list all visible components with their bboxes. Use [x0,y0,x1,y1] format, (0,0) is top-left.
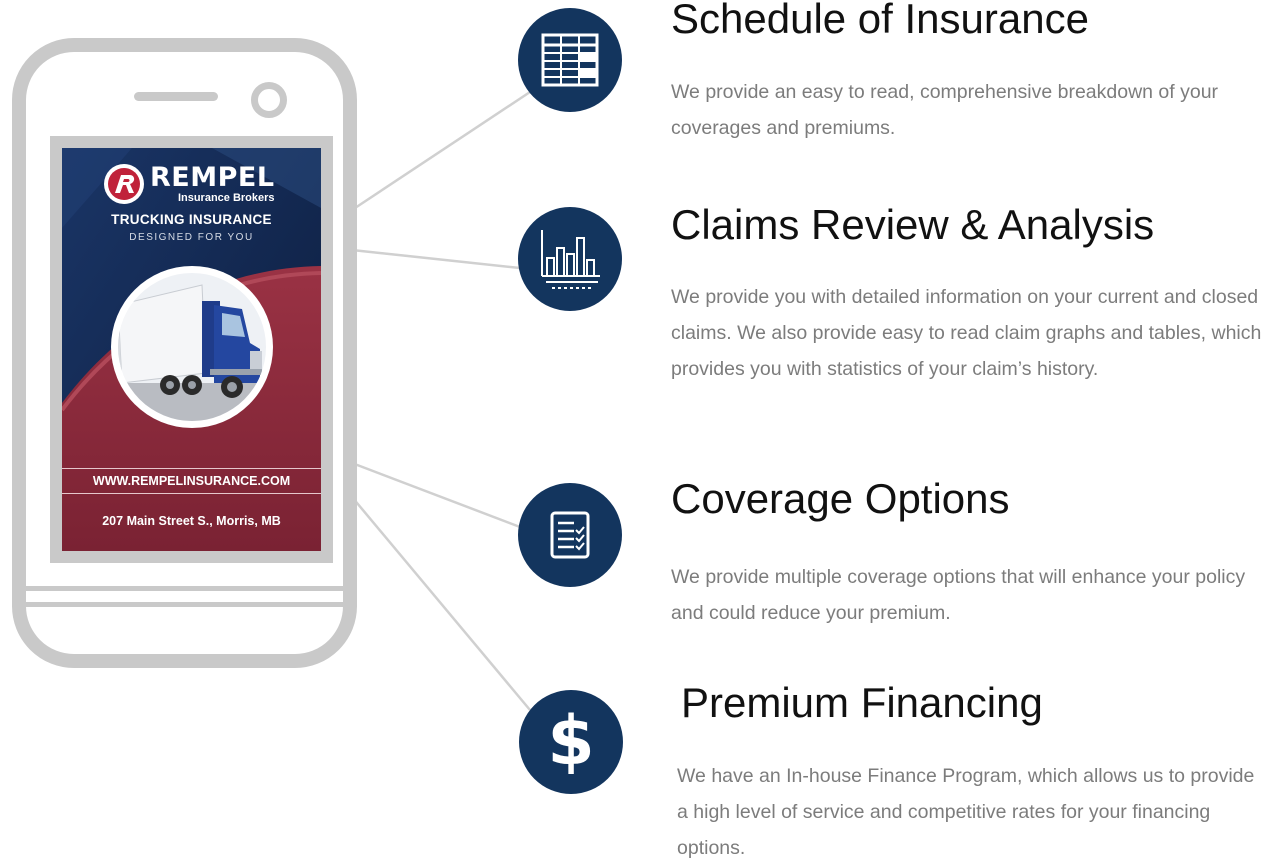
page: REMPEL Insurance Brokers TRUCKING INSURA… [0,0,1270,864]
ad-brand-sub: Insurance Brokers [177,192,275,204]
rempel-ad: REMPEL Insurance Brokers TRUCKING INSURA… [62,148,321,551]
bar-chart-icon [541,230,600,289]
checklist-icon [550,511,590,559]
feature-title: Premium Financing [681,679,1043,726]
ad-address: 207 Main Street S., Morris, MB [102,514,281,528]
connector-line-schedule [351,90,531,212]
feature-icon-circle [518,8,622,112]
connector-line-claims [351,248,521,270]
feature-icon-circle [518,483,622,587]
feature-description: We provide multiple coverage options tha… [671,566,1246,624]
phone-divider-top [12,586,357,591]
connector-line-coverage [351,461,521,529]
ad-brand-name: REMPEL [150,162,275,193]
feature-title: Claims Review & Analysis [671,201,1155,248]
connector-line-financing [351,496,531,711]
truck-photo [111,266,273,428]
table-icon [541,33,599,87]
feature-icon-circle [518,207,622,311]
rempel-logo-icon [104,164,144,204]
phone-screen: REMPEL Insurance Brokers TRUCKING INSURA… [50,136,333,563]
feature-description: We have an In-house Finance Program, whi… [677,765,1255,859]
phone-illustration: REMPEL Insurance Brokers TRUCKING INSURA… [12,38,357,668]
phone-speaker [134,92,218,101]
ad-brand: REMPEL Insurance Brokers [102,162,275,206]
feature-description: We provide an easy to read, comprehensiv… [671,81,1219,139]
phone-divider-bottom [12,602,357,607]
phone-camera [251,82,287,118]
ad-tagline-sub: DESIGNED FOR YOU [129,232,254,243]
feature-description: We provide you with detailed information… [671,286,1262,380]
feature-icon-circle: $ [519,690,623,794]
feature-title: Coverage Options [671,475,1010,522]
dollar-icon: $ [547,702,595,781]
feature-title: Schedule of Insurance [671,0,1089,42]
ad-website: WWW.REMPELINSURANCE.COM [62,468,321,494]
ad-tagline: TRUCKING INSURANCE [111,212,272,227]
